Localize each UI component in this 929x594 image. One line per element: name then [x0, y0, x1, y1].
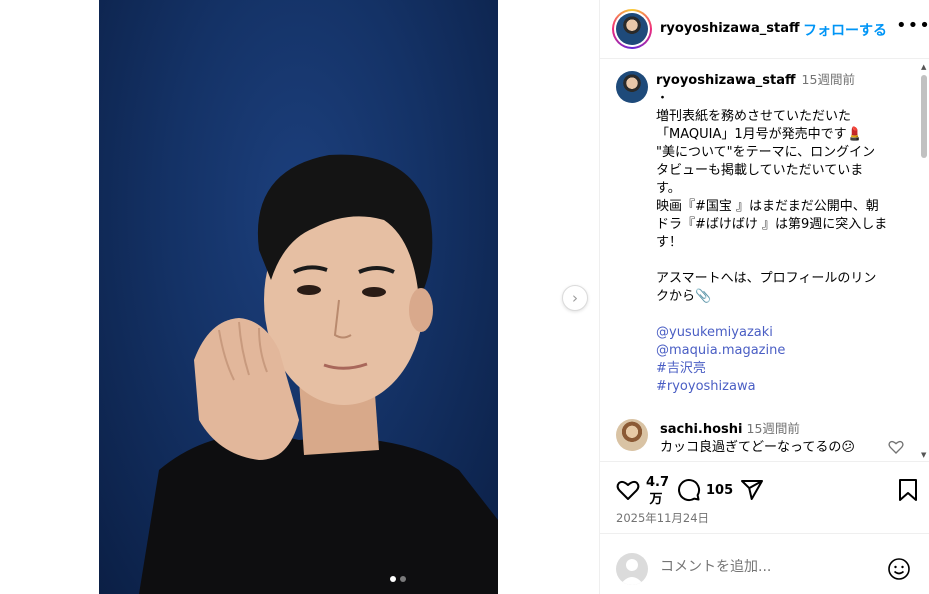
comment-avatar[interactable] — [616, 419, 648, 451]
header-username[interactable]: ryoyoshizawa_staff — [660, 21, 800, 36]
follow-button[interactable]: フォローする — [803, 20, 887, 40]
hashtag-link[interactable]: #吉沢亮 — [656, 360, 906, 378]
portrait-illustration — [139, 154, 498, 594]
caption-avatar[interactable] — [616, 71, 648, 103]
caption: ryoyoshizawa_staff 15週間前 ・ 増刊表紙を務めさせていただい… — [656, 71, 906, 396]
comment-icon[interactable] — [677, 478, 701, 506]
caption-line: ・ — [656, 91, 670, 106]
caption-line: "美について"をテーマに、ロングイン — [656, 145, 876, 160]
next-slide-button[interactable]: › — [562, 285, 588, 311]
caption-line: す。 — [656, 181, 681, 196]
scrollbar-thumb[interactable] — [921, 75, 927, 158]
add-comment-bar — [600, 533, 929, 594]
caption-line: アスマートへは、プロフィールのリン — [656, 271, 877, 286]
post-date: 2025年11月24日 — [616, 511, 710, 525]
like-count[interactable]: 4.7 万 — [646, 474, 670, 508]
comment: sachi.hoshi 15週間前 カッコ良過ぎてどーなってるの😕 — [660, 420, 880, 457]
save-icon[interactable] — [897, 478, 919, 506]
caption-line: 「MAQUIA」1月号が発売中です💄 — [656, 127, 863, 142]
comment-username[interactable]: sachi.hoshi — [660, 422, 743, 437]
scrollbar[interactable]: ▲ ▼ — [920, 61, 928, 461]
carousel-dot-active — [390, 576, 396, 582]
caption-username[interactable]: ryoyoshizawa_staff — [656, 73, 796, 88]
caption-line: 増刊表紙を務めさせていただいた — [656, 109, 852, 124]
add-comment-input[interactable] — [660, 559, 860, 575]
emoji-icon[interactable] — [887, 557, 911, 585]
current-user-avatar — [616, 553, 648, 585]
like-count-unit: 万 — [649, 492, 663, 507]
post-header: ryoyoshizawa_staff フォローする ••• — [600, 0, 929, 59]
caption-blank — [656, 252, 906, 270]
caption-line: クから📎 — [656, 289, 712, 304]
scroll-up-icon[interactable]: ▲ — [921, 63, 926, 71]
carousel-indicator — [390, 576, 406, 582]
comment-text: カッコ良過ぎてどーなってるの😕 — [660, 440, 855, 455]
caption-time: 15週間前 — [801, 72, 855, 87]
mention-link[interactable]: @yusukemiyazaki — [656, 324, 906, 342]
caption-blank — [656, 306, 906, 324]
comment-time: 15週間前 — [746, 421, 800, 436]
left-margin — [0, 0, 99, 594]
caption-line: す！ — [656, 235, 683, 250]
share-icon[interactable] — [740, 478, 764, 506]
mention-link[interactable]: @maquia.magazine — [656, 342, 906, 360]
like-count-value: 4.7 — [646, 475, 670, 490]
chevron-right-icon: › — [572, 289, 578, 307]
comment-count[interactable]: 105 — [706, 483, 733, 498]
post-side-panel: ryoyoshizawa_staff フォローする ••• ryoyoshiza… — [599, 0, 929, 594]
more-icon[interactable]: ••• — [896, 15, 929, 36]
comment-like-heart-icon[interactable] — [888, 439, 904, 459]
carousel-dot — [400, 576, 406, 582]
avatar[interactable] — [612, 9, 652, 49]
comments-scroll-area[interactable]: ryoyoshizawa_staff 15週間前 ・ 増刊表紙を務めさせていただい… — [600, 59, 929, 461]
action-bar: 4.7 万 105 2025年11月24日 — [600, 461, 929, 533]
instagram-post-view: › ryoyoshizawa_staff フォローする ••• ryoyoshi… — [0, 0, 929, 594]
caption-line: タビューも掲載していただいていま — [656, 163, 864, 178]
scroll-down-icon[interactable]: ▼ — [921, 451, 926, 459]
caption-line: ドラ『#ばけばけ 』は第9週に突入しま — [656, 217, 888, 232]
post-photo[interactable] — [99, 0, 498, 594]
caption-line: 映画『#国宝 』はまだまだ公開中、朝 — [656, 199, 879, 214]
heart-icon[interactable] — [616, 478, 640, 506]
hashtag-link[interactable]: #ryoyoshizawa — [656, 378, 906, 396]
